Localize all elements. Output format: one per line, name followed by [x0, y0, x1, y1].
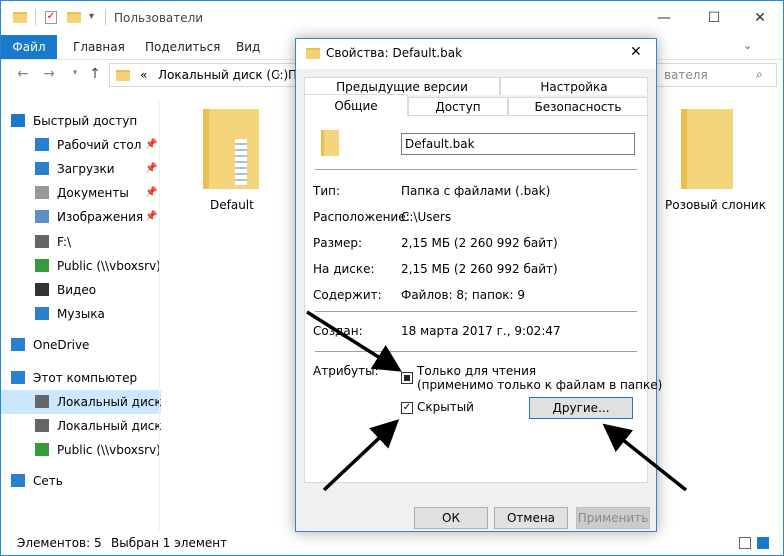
tab-general[interactable]: Общие [304, 94, 408, 116]
arrow-readonly [306, 310, 402, 372]
arrow-hidden [322, 419, 400, 492]
annotation-arrows [306, 310, 688, 492]
arrow-other [602, 423, 688, 492]
